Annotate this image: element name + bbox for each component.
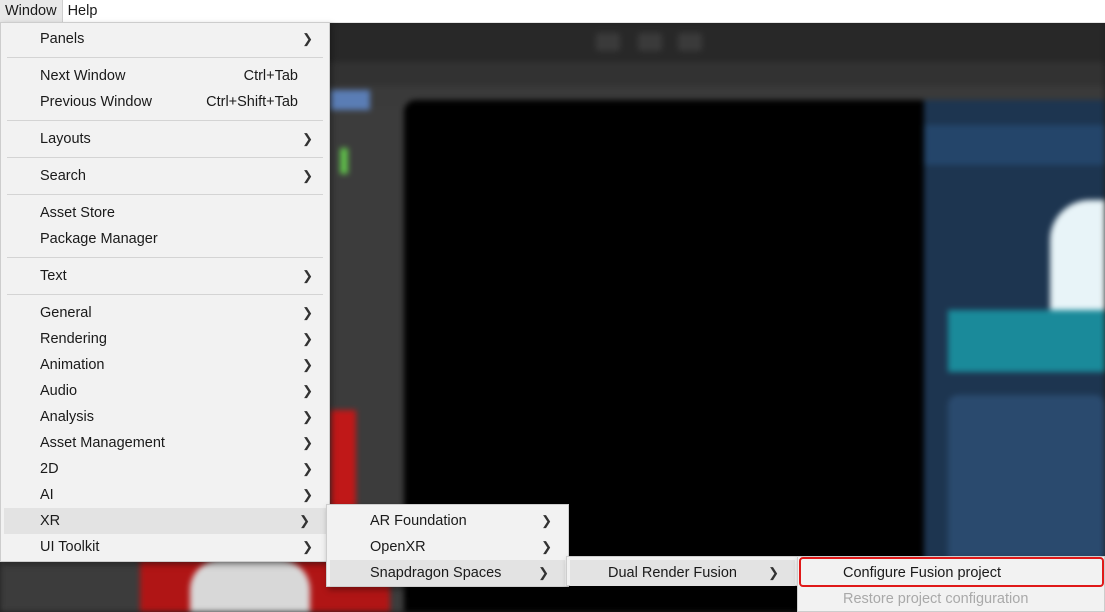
menu-item-layouts[interactable]: Layouts ❯ bbox=[1, 126, 329, 152]
menu-item-label: 2D bbox=[40, 461, 59, 477]
menu-item-asset-management[interactable]: Asset Management ❯ bbox=[1, 430, 329, 456]
menu-item-label: Asset Management bbox=[40, 435, 165, 451]
window-menu: Panels ❯ Next Window Ctrl+Tab Previous Windo… bbox=[0, 22, 330, 562]
chevron-right-icon: ❯ bbox=[302, 131, 313, 146]
menu-separator bbox=[7, 294, 323, 295]
chevron-right-icon: ❯ bbox=[768, 565, 779, 580]
scene-object-blurred-3 bbox=[190, 560, 310, 612]
menu-item-analysis[interactable]: Analysis ❯ bbox=[1, 404, 329, 430]
menu-item-openxr[interactable]: OpenXR ❯ bbox=[327, 534, 568, 560]
menu-item-label: Dual Render Fusion bbox=[608, 565, 737, 581]
menu-item-label: XR bbox=[40, 513, 61, 529]
menu-separator bbox=[7, 120, 323, 121]
chevron-right-icon: ❯ bbox=[302, 31, 313, 46]
menu-item-label: Text bbox=[40, 268, 67, 284]
chevron-right-icon: ❯ bbox=[541, 539, 552, 554]
chevron-right-icon: ❯ bbox=[302, 435, 313, 450]
chevron-right-icon: ❯ bbox=[302, 305, 313, 320]
menu-help[interactable]: Help bbox=[63, 0, 103, 22]
menu-item-restore-project-configuration: Restore project configuration bbox=[798, 586, 1104, 612]
scene-object-blurred bbox=[330, 410, 356, 510]
chevron-right-icon: ❯ bbox=[302, 409, 313, 424]
menu-item-audio[interactable]: Audio ❯ bbox=[1, 378, 329, 404]
menu-separator bbox=[7, 57, 323, 58]
menu-item-panels[interactable]: Panels ❯ bbox=[1, 26, 329, 52]
menu-item-label: UI Toolkit bbox=[40, 539, 100, 555]
menu-item-search[interactable]: Search ❯ bbox=[1, 163, 329, 189]
dual-render-fusion-submenu: Configure Fusion project Restore project … bbox=[797, 556, 1105, 612]
play-button-blurred bbox=[596, 33, 620, 51]
menu-item-label: Asset Store bbox=[40, 205, 115, 221]
menu-item-rendering[interactable]: Rendering ❯ bbox=[1, 326, 329, 352]
menu-item-label: General bbox=[40, 305, 92, 321]
menu-item-label: Animation bbox=[40, 357, 105, 373]
menu-item-label: AR Foundation bbox=[370, 513, 467, 529]
menu-item-next-window[interactable]: Next Window Ctrl+Tab bbox=[1, 63, 329, 89]
menu-item-label: Audio bbox=[40, 383, 78, 399]
menu-item-dual-render-fusion[interactable]: Dual Render Fusion ❯ bbox=[570, 560, 795, 586]
menu-item-label: Next Window bbox=[40, 68, 126, 84]
chevron-right-icon: ❯ bbox=[299, 513, 310, 528]
chevron-right-icon: ❯ bbox=[302, 539, 313, 554]
menu-item-shortcut: Ctrl+Shift+Tab bbox=[206, 94, 298, 110]
menu-item-label: AI bbox=[40, 487, 54, 503]
simulator-logo bbox=[1050, 200, 1105, 310]
chevron-right-icon: ❯ bbox=[302, 168, 313, 183]
menu-item-configure-fusion-project[interactable]: Configure Fusion project bbox=[798, 560, 1104, 586]
menu-item-previous-window[interactable]: Previous Window Ctrl+Shift+Tab bbox=[1, 89, 329, 115]
gizmo-blurred bbox=[340, 148, 348, 174]
menu-item-ui-toolkit[interactable]: UI Toolkit ❯ bbox=[1, 534, 329, 560]
menu-item-ar-foundation[interactable]: AR Foundation ❯ bbox=[327, 508, 568, 534]
menu-separator bbox=[7, 194, 323, 195]
menu-item-label: Package Manager bbox=[40, 231, 158, 247]
menu-item-label: Snapdragon Spaces bbox=[370, 565, 502, 581]
menu-item-snapdragon-spaces[interactable]: Snapdragon Spaces ❯ bbox=[330, 560, 565, 586]
menu-item-general[interactable]: General ❯ bbox=[1, 300, 329, 326]
menu-separator bbox=[7, 157, 323, 158]
chevron-right-icon: ❯ bbox=[302, 487, 313, 502]
menu-item-label: Previous Window bbox=[40, 94, 153, 110]
menu-item-label: Rendering bbox=[40, 331, 107, 347]
menu-item-shortcut: Ctrl+Tab bbox=[243, 68, 298, 84]
chevron-right-icon: ❯ bbox=[302, 331, 313, 346]
chevron-right-icon: ❯ bbox=[541, 513, 552, 528]
menu-item-text[interactable]: Text ❯ bbox=[1, 263, 329, 289]
menu-item-label: Layouts bbox=[40, 131, 91, 147]
snapdragon-spaces-submenu: Dual Render Fusion ❯ bbox=[566, 556, 799, 586]
menu-item-label: Configure Fusion project bbox=[843, 565, 1001, 581]
scene-tool-blurred bbox=[330, 90, 370, 110]
chevron-right-icon: ❯ bbox=[302, 461, 313, 476]
simulator-header bbox=[924, 125, 1105, 165]
menu-item-label: Restore project configuration bbox=[843, 591, 1029, 607]
menu-item-label: Search bbox=[40, 168, 86, 184]
chevron-right-icon: ❯ bbox=[302, 357, 313, 372]
menu-bar: Window Help bbox=[0, 0, 1105, 23]
menu-item-asset-store[interactable]: Asset Store bbox=[1, 200, 329, 226]
menu-item-xr[interactable]: XR ❯ bbox=[4, 508, 326, 534]
pause-button-blurred bbox=[638, 33, 662, 51]
step-button-blurred bbox=[678, 33, 702, 51]
menu-item-package-manager[interactable]: Package Manager bbox=[1, 226, 329, 252]
menu-separator bbox=[7, 257, 323, 258]
menu-item-label: Analysis bbox=[40, 409, 94, 425]
chevron-right-icon: ❯ bbox=[302, 268, 313, 283]
chevron-right-icon: ❯ bbox=[538, 565, 549, 580]
xr-submenu: AR Foundation ❯ OpenXR ❯ Snapdragon Spaces ❯ bbox=[326, 504, 569, 587]
chevron-right-icon: ❯ bbox=[302, 383, 313, 398]
menu-item-label: Panels bbox=[40, 31, 85, 47]
menu-window[interactable]: Window bbox=[0, 0, 63, 22]
menu-item-label: OpenXR bbox=[370, 539, 426, 555]
simulator-button-blurred bbox=[948, 310, 1105, 372]
menu-item-ai[interactable]: AI ❯ bbox=[1, 482, 329, 508]
menu-item-2d[interactable]: 2D ❯ bbox=[1, 456, 329, 482]
menu-item-animation[interactable]: Animation ❯ bbox=[1, 352, 329, 378]
